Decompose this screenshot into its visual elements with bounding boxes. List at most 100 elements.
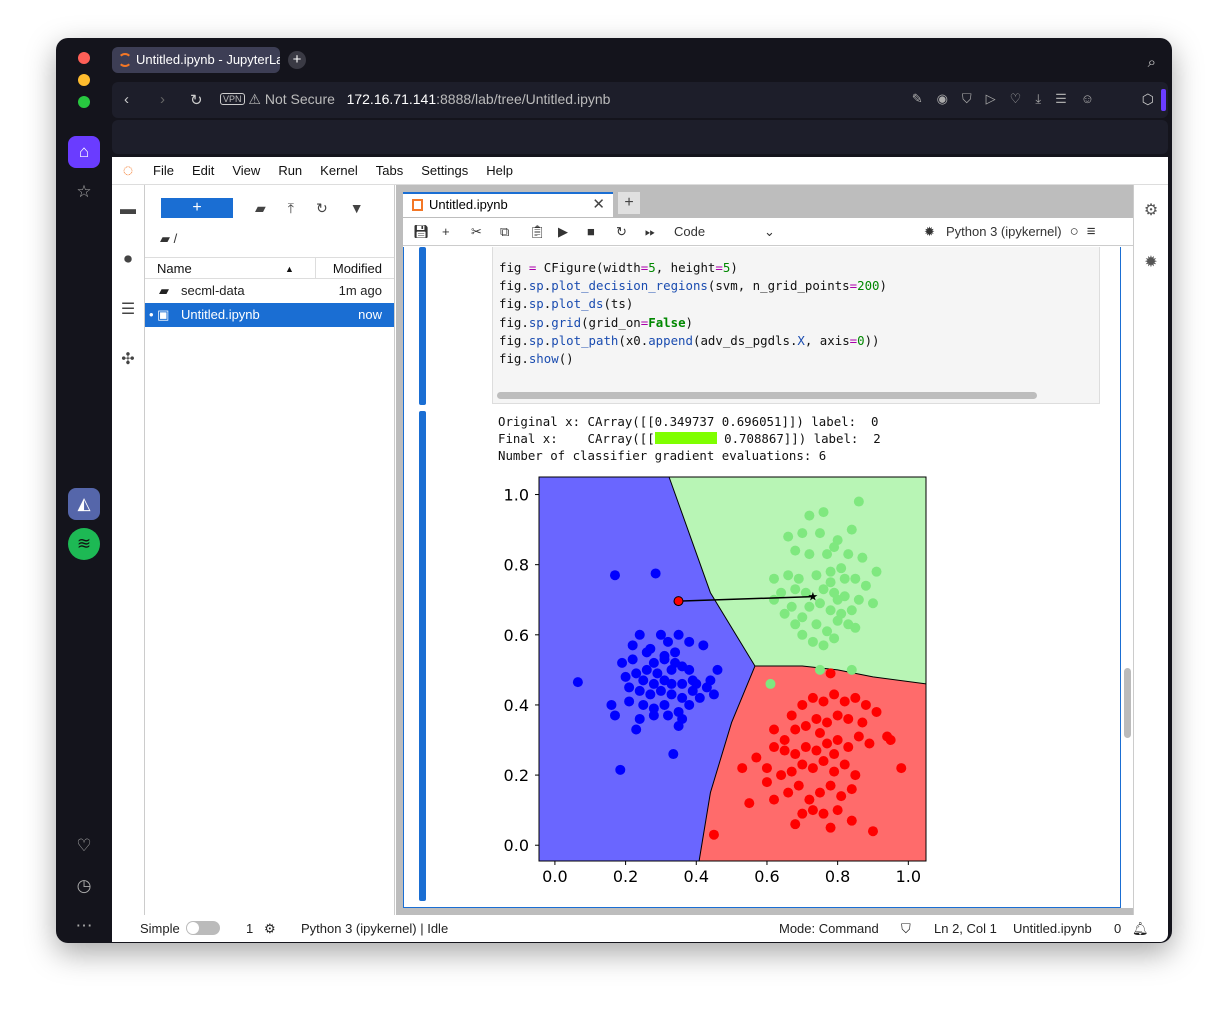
code-cell-editor[interactable]: fig = CFigure(width=5, height=5) fig.sp.… xyxy=(492,247,1100,404)
debugger-icon[interactable]: ✹ xyxy=(1134,237,1168,289)
folder-icon[interactable]: ▬ xyxy=(112,185,144,235)
new-tab-button[interactable]: + xyxy=(618,192,640,214)
address-bar[interactable]: ‹ › ↻ VPN ⚠ Not Secure 172.16.71.141:888… xyxy=(112,82,1168,118)
vpn-badge[interactable]: VPN xyxy=(220,93,245,105)
notebook-panel: 💾︎ + ✂ ⧉ 📋︎ ▶ ■ ↻ ⏩︎ Code ⌄ ✹ Python 3 (… xyxy=(403,218,1133,908)
spotify-icon[interactable]: ≋ xyxy=(68,528,100,560)
menu-kernel[interactable]: Kernel xyxy=(320,163,358,178)
new-folder-icon[interactable]: ▰ xyxy=(255,200,266,217)
minimize-window-button[interactable] xyxy=(78,74,90,86)
data-point-class-2 xyxy=(839,759,850,770)
menu-settings[interactable]: Settings xyxy=(421,163,468,178)
simple-mode-toggle[interactable] xyxy=(186,921,220,935)
column-name[interactable]: Name xyxy=(145,258,285,278)
new-tab-button[interactable]: + xyxy=(288,51,306,69)
new-launcher-button[interactable]: + xyxy=(161,198,233,218)
data-point-class-2 xyxy=(850,770,861,781)
property-inspector-icon[interactable]: ⚙ xyxy=(1134,185,1168,237)
data-point-class-2 xyxy=(790,819,801,830)
data-point-class-0 xyxy=(684,699,695,710)
stop-icon[interactable]: ■ xyxy=(587,224,616,239)
shield-icon[interactable]: ⛉ xyxy=(901,915,911,942)
file-row[interactable]: • ▣ Untitled.ipynb now xyxy=(145,303,394,327)
data-point-class-2 xyxy=(786,766,797,777)
data-point-class-1 xyxy=(783,570,794,581)
not-secure-label: Not Secure xyxy=(264,91,335,107)
kernel-name[interactable]: Python 3 (ipykernel) xyxy=(946,224,1062,239)
file-name: Untitled.ipynb xyxy=(181,307,260,322)
close-icon[interactable]: ✕ xyxy=(592,194,605,216)
insert-cell-icon[interactable]: + xyxy=(442,224,471,239)
x-tick-label: 0.0 xyxy=(542,867,567,886)
restart-icon[interactable]: ↻ xyxy=(616,224,645,240)
data-point-class-1 xyxy=(765,678,776,689)
extension-icon[interactable]: ⬡ xyxy=(1142,91,1154,108)
kernel-status[interactable]: Python 3 (ipykernel) | Idle xyxy=(301,915,448,942)
cell-collapser[interactable] xyxy=(419,247,426,405)
paste-icon[interactable]: 📋︎ xyxy=(529,224,558,240)
data-point-class-0 xyxy=(648,710,659,721)
data-point-class-1 xyxy=(846,524,857,535)
debugger-icon[interactable]: ✹ xyxy=(924,224,946,240)
terminal-count[interactable]: 1 xyxy=(246,915,253,942)
menu-icon[interactable]: ≡ xyxy=(1087,223,1096,240)
chevron-down-icon[interactable]: ⌄ xyxy=(764,224,924,240)
data-point-class-0 xyxy=(687,685,698,696)
back-icon[interactable]: ‹ xyxy=(124,91,129,108)
menu-file[interactable]: File xyxy=(153,163,174,178)
data-point-class-0 xyxy=(606,699,617,710)
notebook-cells: fig = CFigure(width=5, height=5) fig.sp.… xyxy=(403,247,1121,908)
menu-tabs[interactable]: Tabs xyxy=(376,163,403,178)
bell-icon[interactable]: 🔔︎ xyxy=(1132,915,1149,942)
close-window-button[interactable] xyxy=(78,52,90,64)
run-icon[interactable]: ▶ xyxy=(558,224,587,240)
heart-icon[interactable]: ♡ xyxy=(68,830,100,862)
data-point-class-0 xyxy=(634,685,645,696)
data-point-class-2 xyxy=(829,749,840,760)
cut-icon[interactable]: ✂ xyxy=(471,224,500,240)
home-icon[interactable]: ⌂ xyxy=(68,136,100,168)
data-point-class-1 xyxy=(836,563,847,574)
app-icon[interactable]: ◭ xyxy=(68,488,100,520)
file-modified: 1m ago xyxy=(338,283,382,298)
vertical-scrollbar[interactable] xyxy=(1124,668,1131,738)
notebook-tab[interactable]: Untitled.ipynb ✕ xyxy=(403,192,613,217)
file-row[interactable]: ▰ secml-data 1m ago xyxy=(145,279,394,303)
horizontal-scrollbar[interactable] xyxy=(497,392,1037,399)
cursor-position[interactable]: Ln 2, Col 1 xyxy=(934,915,997,942)
extension-icon[interactable]: ✣ xyxy=(112,335,144,385)
star-icon[interactable]: ☆ xyxy=(68,176,100,208)
data-point-class-2 xyxy=(807,692,818,703)
reload-icon[interactable]: ↻ xyxy=(190,91,203,109)
menu-bar: ◌ File Edit View Run Kernel Tabs Setting… xyxy=(112,157,1168,185)
upload-icon[interactable]: ⤒ xyxy=(288,200,294,217)
data-point-class-1 xyxy=(853,594,864,605)
data-point-class-0 xyxy=(684,664,695,675)
breadcrumb[interactable]: ▰ / xyxy=(145,231,394,257)
browser-tab[interactable]: Untitled.ipynb - JupyterLab xyxy=(112,47,280,73)
column-modified[interactable]: Modified xyxy=(315,258,394,278)
browser-toolbar-icons[interactable]: ✎◉⛉▷♡⤓☰☺ xyxy=(912,91,1108,107)
menu-run[interactable]: Run xyxy=(278,163,302,178)
refresh-icon[interactable]: ↻ xyxy=(316,200,328,217)
more-icon[interactable]: ⋯ xyxy=(68,910,100,942)
data-point-class-0 xyxy=(677,678,688,689)
filter-icon[interactable]: ▼ xyxy=(350,200,364,216)
run-all-icon[interactable]: ⏩︎ xyxy=(645,224,674,240)
menu-view[interactable]: View xyxy=(232,163,260,178)
toc-icon[interactable]: ☰ xyxy=(112,285,144,335)
data-point-class-0 xyxy=(659,650,670,661)
menu-edit[interactable]: Edit xyxy=(192,163,214,178)
data-point-class-0 xyxy=(652,668,663,679)
forward-icon[interactable]: › xyxy=(160,91,165,108)
copy-icon[interactable]: ⧉ xyxy=(500,224,529,240)
history-icon[interactable]: ◷ xyxy=(68,870,100,902)
search-icon[interactable]: ⌕ xyxy=(1148,54,1156,71)
menu-help[interactable]: Help xyxy=(486,163,513,178)
save-icon[interactable]: 💾︎ xyxy=(413,224,442,240)
cell-type-select[interactable]: Code xyxy=(674,224,764,239)
zoom-window-button[interactable] xyxy=(78,96,90,108)
output-collapser[interactable] xyxy=(419,411,426,901)
running-icon[interactable]: ⏺ xyxy=(112,235,144,285)
mode-status[interactable]: Mode: Command xyxy=(779,915,879,942)
